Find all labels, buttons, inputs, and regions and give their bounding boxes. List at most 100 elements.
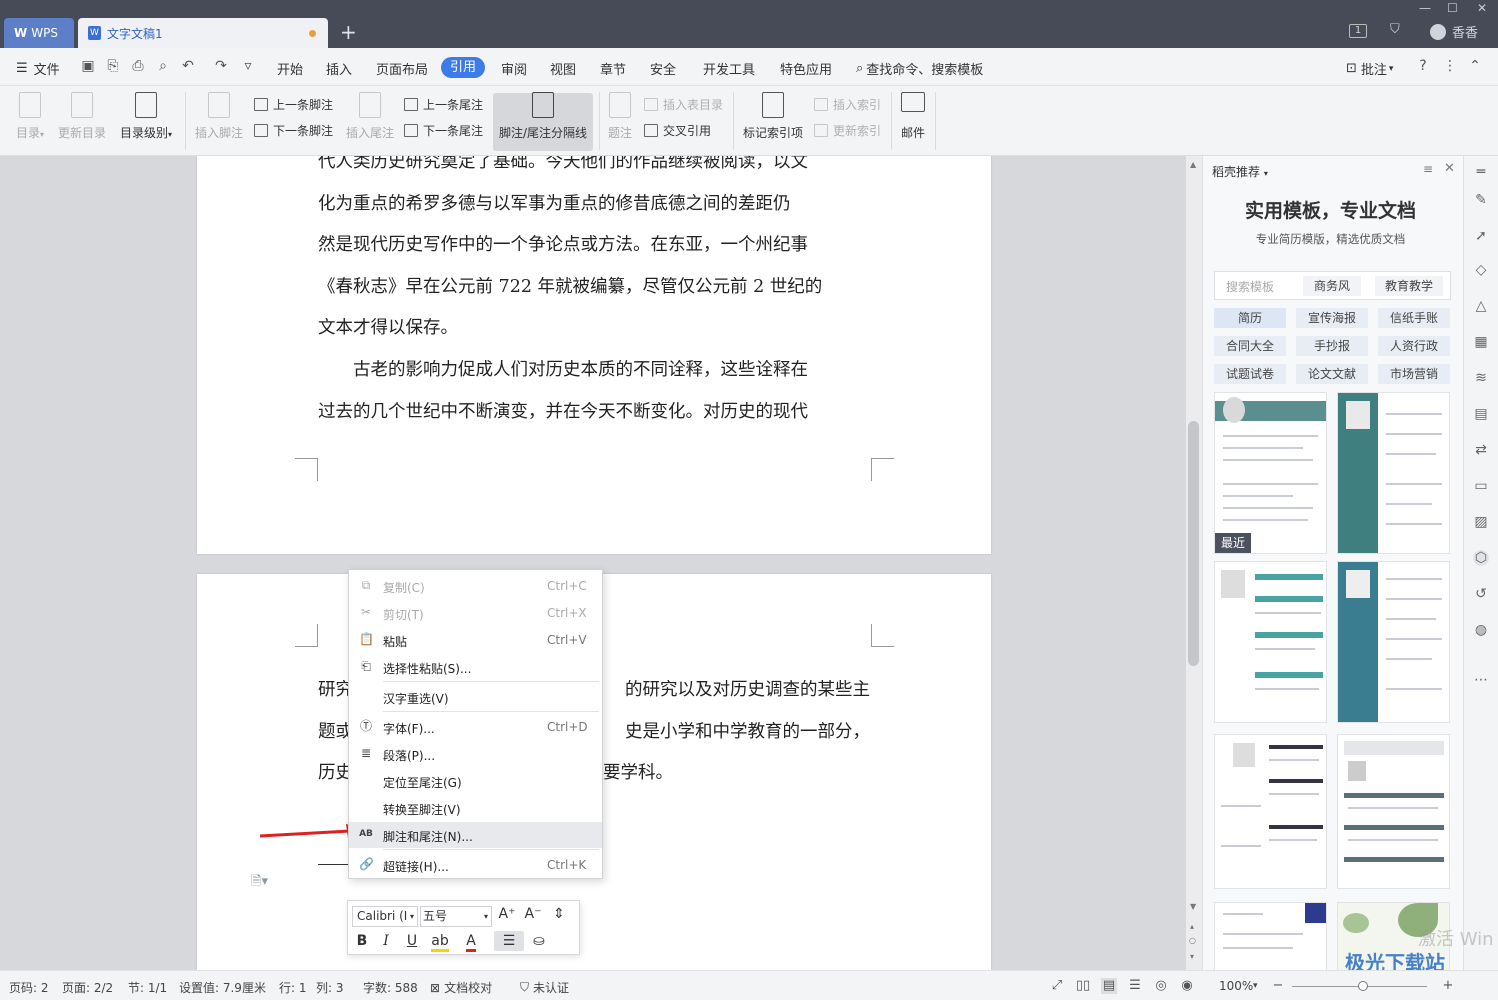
font-color-icon[interactable]: A	[462, 931, 480, 952]
template-thumbnail[interactable]	[1214, 734, 1327, 889]
undo-icon[interactable]: ↶	[180, 58, 196, 74]
collapse-toolbar-icon[interactable]: ═	[1473, 164, 1489, 180]
shirt-skin-icon[interactable]: ⛉	[1390, 22, 1400, 37]
close-panel-icon[interactable]: ✕	[1444, 161, 1455, 176]
menu-copy[interactable]: ⧉ 复制(C) Ctrl+C	[349, 573, 602, 599]
zoom-out-icon[interactable]: −	[1270, 978, 1286, 994]
template-thumbnail[interactable]	[1337, 561, 1450, 723]
eye-protection-icon[interactable]: ◉	[1179, 978, 1195, 994]
cross-reference-button[interactable]: 交叉引用	[644, 122, 711, 139]
menu-page-layout[interactable]: 页面布局	[376, 59, 428, 78]
command-search[interactable]: ⌕ 查找命令、搜索模板	[856, 59, 983, 78]
export-icon[interactable]: ⎘	[105, 58, 121, 74]
menu-security[interactable]: 安全	[650, 59, 676, 78]
menu-cut[interactable]: ✂ 剪切(T) Ctrl+X	[349, 600, 602, 626]
template-search-input[interactable]: 搜索模板 商务风 教育教学	[1214, 271, 1451, 300]
page-1[interactable]: 代人类历史研究奠定了基础。今天他们的作品继续被阅读，以文 化为重点的希罗多德与以…	[197, 156, 991, 554]
caption-button[interactable]: 题注	[605, 92, 635, 141]
font-size-select[interactable]: 五号 ▾	[420, 906, 492, 927]
close-window-icon[interactable]: ✕	[1477, 1, 1487, 15]
zoom-level[interactable]: 100%	[1219, 979, 1253, 993]
settings-sliders-icon[interactable]: ≋	[1473, 370, 1489, 386]
menu-start[interactable]: 开始	[277, 59, 303, 78]
insert-table-of-figures-button[interactable]: 插入表目录	[644, 96, 723, 113]
footnote-separator-button[interactable]: 脚注/尾注分隔线	[495, 92, 591, 141]
select-cursor-icon[interactable]: ➚	[1473, 228, 1489, 244]
select-browse-object-icon[interactable]: ○	[1189, 936, 1196, 945]
scroll-up-icon[interactable]: ▲	[1190, 160, 1196, 169]
proofread-button[interactable]: ⊠ 文档校对	[430, 979, 492, 996]
format-painter-icon[interactable]: ⛀	[530, 931, 548, 951]
zoom-in-icon[interactable]: +	[1440, 978, 1456, 994]
category-chip[interactable]: 手抄报	[1296, 336, 1368, 356]
vertical-scrollbar[interactable]: ▲ ▼ ▴ ○ ▾	[1186, 156, 1202, 970]
page-1-body[interactable]: 代人类历史研究奠定了基础。今天他们的作品继续被阅读，以文 化为重点的希罗多德与以…	[318, 156, 870, 433]
wps-home-tab[interactable]: W WPS	[4, 18, 74, 48]
comment-button[interactable]: ⊡ 批注 ▾	[1346, 59, 1393, 78]
prev-page-icon[interactable]: ▴	[1190, 922, 1194, 931]
mark-index-button[interactable]: 标记索引项	[740, 92, 806, 141]
maximize-icon[interactable]: ☐	[1447, 1, 1458, 15]
menu-goto-endnote[interactable]: 定位至尾注(G)	[349, 768, 602, 794]
category-chip[interactable]: 宣传海报	[1296, 308, 1368, 328]
panel-header[interactable]: 稻壳推荐 ▾	[1212, 163, 1268, 180]
outline-view-icon[interactable]: ☰	[1127, 978, 1143, 994]
align-icon[interactable]: ☰	[494, 931, 524, 951]
search-tag[interactable]: 商务风	[1303, 276, 1361, 296]
menu-insert[interactable]: 插入	[326, 59, 352, 78]
print-preview-icon[interactable]: ⌕	[155, 58, 171, 74]
template-thumbnail[interactable]	[1337, 392, 1450, 554]
read-mode-icon[interactable]: ▯▯	[1075, 978, 1091, 994]
archive-icon[interactable]: ▭	[1473, 478, 1489, 494]
status-setting[interactable]: 设置值: 7.9厘米	[179, 979, 266, 996]
line-spacing-icon[interactable]: ⇕	[550, 904, 568, 924]
menu-reselect-chars[interactable]: 汉字重选(V)	[349, 684, 602, 710]
category-chip[interactable]: 人资行政	[1378, 336, 1450, 356]
template-thumbnail[interactable]	[1337, 734, 1450, 889]
category-chip[interactable]: 信纸手账	[1378, 308, 1450, 328]
shield-icon[interactable]: ◍	[1473, 622, 1489, 638]
menu-special[interactable]: 特色应用	[780, 59, 832, 78]
menu-review[interactable]: 审阅	[501, 59, 527, 78]
insert-index-button[interactable]: 插入索引	[814, 96, 881, 113]
status-row[interactable]: 行: 1	[279, 979, 307, 996]
status-col[interactable]: 列: 3	[316, 979, 344, 996]
menu-convert-to-footnote[interactable]: 转换至脚注(V)	[349, 795, 602, 821]
grow-font-icon[interactable]: A⁺	[498, 904, 516, 924]
template-thumbnail[interactable]: 最近	[1214, 392, 1327, 554]
paste-options-icon[interactable]: 🗎▾	[251, 872, 268, 894]
customize-quick-access-icon[interactable]: ▿	[240, 58, 256, 74]
picture-icon[interactable]: ▨	[1473, 514, 1489, 530]
category-chip[interactable]: 论文文献	[1296, 364, 1368, 384]
help-icon[interactable]: ?	[1415, 58, 1431, 74]
next-page-icon[interactable]: ▾	[1190, 952, 1194, 961]
minimize-icon[interactable]: —	[1419, 1, 1431, 15]
file-menu[interactable]: ☰ 文件	[16, 59, 60, 78]
shapes-icon[interactable]: ◇	[1473, 262, 1489, 278]
auth-status[interactable]: ⛉ 未认证	[520, 979, 569, 996]
mail-button[interactable]: 邮件	[897, 92, 929, 141]
category-chip[interactable]: 合同大全	[1214, 336, 1286, 356]
menu-paragraph[interactable]: ≣ 段落(P)...	[349, 741, 602, 767]
more-icon[interactable]: ⋯	[1473, 672, 1489, 688]
web-view-icon[interactable]: ◎	[1153, 978, 1169, 994]
template-thumbnail[interactable]	[1214, 561, 1327, 723]
save-icon[interactable]: ▣	[80, 58, 96, 74]
category-chip[interactable]: 简历	[1214, 308, 1286, 328]
shrink-font-icon[interactable]: A⁻	[524, 904, 542, 924]
insert-footnote-button[interactable]: 插入脚注	[193, 92, 245, 141]
collapse-ribbon-icon[interactable]: ⌃	[1467, 58, 1483, 74]
new-tab-button[interactable]: +	[340, 20, 357, 44]
pen-icon[interactable]: ✎	[1473, 192, 1489, 208]
table-icon[interactable]: ▦	[1473, 334, 1489, 350]
user-account[interactable]: 香香	[1430, 22, 1478, 41]
status-word-count[interactable]: 字数: 588	[363, 979, 418, 996]
template-thumbnail[interactable]	[1214, 902, 1327, 970]
toc-button[interactable]: 目录▾	[12, 92, 48, 141]
prev-footnote-button[interactable]: 上一条脚注	[254, 96, 333, 113]
history-icon[interactable]: ↺	[1473, 586, 1489, 602]
italic-icon[interactable]: I	[377, 931, 395, 951]
menu-references[interactable]: 引用	[441, 57, 485, 78]
page-view-icon[interactable]: ▤	[1101, 978, 1117, 994]
fullscreen-icon[interactable]: ⤢	[1049, 978, 1065, 994]
